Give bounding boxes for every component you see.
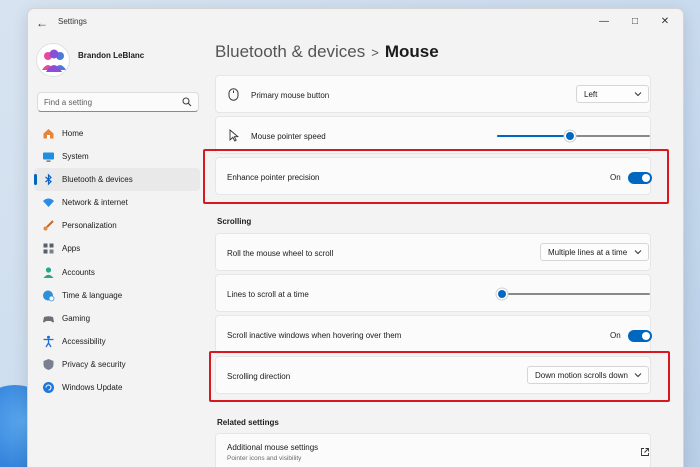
sidebar-item-accounts[interactable]: Accounts xyxy=(34,261,200,284)
scrolling-direction-row: Scrolling direction Down motion scrolls … xyxy=(215,356,651,394)
sidebar-item-personalization[interactable]: Personalization xyxy=(34,214,200,237)
update-icon xyxy=(43,382,54,394)
sidebar-item-label: System xyxy=(62,152,89,162)
toggle-knob xyxy=(642,332,650,340)
sidebar-item-privacy[interactable]: Privacy & security xyxy=(34,353,200,376)
toggle-state-label: On xyxy=(610,331,621,340)
chevron-down-icon xyxy=(634,92,642,97)
roll-wheel-row: Roll the mouse wheel to scroll Multiple … xyxy=(215,233,651,271)
back-arrow-icon[interactable]: ← xyxy=(34,15,50,31)
maximize-button[interactable]: □ xyxy=(625,13,645,31)
sidebar-item-home[interactable]: Home xyxy=(34,122,200,145)
sidebar-item-label: Bluetooth & devices xyxy=(62,175,133,185)
roll-wheel-dropdown[interactable]: Multiple lines at a time xyxy=(540,243,649,261)
shield-icon xyxy=(43,358,54,370)
sidebar-item-label: Gaming xyxy=(62,313,91,323)
scrolling-direction-label: Scrolling direction xyxy=(227,372,291,381)
breadcrumb-separator: > xyxy=(371,45,379,60)
slider-thumb[interactable] xyxy=(498,290,506,298)
slider-track xyxy=(497,293,650,295)
sidebar-item-bluetooth[interactable]: Bluetooth & devices xyxy=(34,168,200,192)
sidebar-item-system[interactable]: System xyxy=(34,145,200,168)
pointer-speed-slider[interactable] xyxy=(497,132,650,145)
mouse-pointer-speed-label: Mouse pointer speed xyxy=(251,132,326,141)
toggle-knob xyxy=(642,174,650,182)
additional-mouse-settings-sublabel: Pointer icons and visibility xyxy=(227,455,302,462)
enhance-pointer-precision-label: Enhance pointer precision xyxy=(227,173,320,182)
sidebar-item-label: Personalization xyxy=(62,221,117,231)
breadcrumb: Bluetooth & devices > Mouse xyxy=(215,42,439,62)
sidebar-item-label: Accounts xyxy=(62,267,95,277)
accessibility-icon xyxy=(43,335,54,348)
sidebar-item-time-language[interactable]: Time & language xyxy=(34,284,200,307)
related-settings-title: Related settings xyxy=(217,418,279,427)
toggle-state-label: On xyxy=(610,173,621,182)
additional-mouse-settings-label: Additional mouse settings xyxy=(227,443,319,452)
sidebar-item-network[interactable]: Network & internet xyxy=(34,191,200,214)
apps-icon xyxy=(43,243,54,254)
account-icon xyxy=(43,266,54,278)
sidebar-item-gaming[interactable]: Gaming xyxy=(34,307,200,330)
page-title: Mouse xyxy=(384,42,439,61)
sidebar-item-apps[interactable]: Apps xyxy=(34,237,200,260)
globe-clock-icon xyxy=(43,290,55,302)
brush-icon xyxy=(43,220,54,231)
scroll-inactive-windows-toggle[interactable] xyxy=(628,330,652,342)
chevron-down-icon xyxy=(634,373,642,378)
dropdown-value: Down motion scrolls down xyxy=(535,371,628,380)
user-name: Brandon LeBlanc xyxy=(78,51,145,60)
system-icon xyxy=(43,152,54,162)
search-placeholder: Find a setting xyxy=(44,98,93,107)
search-input[interactable]: Find a setting xyxy=(37,92,199,112)
sidebar-item-label: Accessibility xyxy=(62,336,106,346)
external-link-icon xyxy=(641,448,649,456)
roll-wheel-label: Roll the mouse wheel to scroll xyxy=(227,249,334,258)
enhance-pointer-precision-row: Enhance pointer precision On xyxy=(215,157,652,195)
mouse-pointer-speed-row: Mouse pointer speed xyxy=(215,116,651,154)
wifi-icon xyxy=(43,198,54,208)
settings-window: ← Settings — □ ✕ Brandon LeBlanc Find a … xyxy=(27,8,684,467)
lines-to-scroll-label: Lines to scroll at a time xyxy=(227,290,309,299)
scroll-inactive-windows-label: Scroll inactive windows when hovering ov… xyxy=(227,331,402,340)
avatar[interactable] xyxy=(36,43,70,77)
dropdown-value: Left xyxy=(584,90,598,99)
title-bar: ← Settings — □ ✕ xyxy=(28,9,683,37)
sidebar-item-windows-update[interactable]: Windows Update xyxy=(34,376,200,399)
avatar-people-icon xyxy=(42,49,66,72)
scrolling-direction-dropdown[interactable]: Down motion scrolls down xyxy=(527,366,649,384)
pointer-icon xyxy=(229,129,239,142)
sidebar-item-label: Network & internet xyxy=(62,198,128,208)
primary-mouse-button-row: Primary mouse button Left xyxy=(215,75,651,113)
slider-fill xyxy=(497,135,570,137)
gamepad-icon xyxy=(43,316,54,323)
minimize-button[interactable]: — xyxy=(594,13,614,31)
sidebar-item-label: Privacy & security xyxy=(62,359,126,369)
scroll-inactive-windows-row: Scroll inactive windows when hovering ov… xyxy=(215,315,652,353)
slider-thumb[interactable] xyxy=(566,132,574,140)
sidebar-nav: Home System Bluetooth & devices Network … xyxy=(34,122,200,399)
sidebar-item-label: Home xyxy=(62,129,84,138)
primary-mouse-button-label: Primary mouse button xyxy=(251,91,330,100)
search-icon[interactable] xyxy=(181,96,193,108)
sidebar-item-accessibility[interactable]: Accessibility xyxy=(34,330,200,353)
chevron-down-icon xyxy=(634,250,642,255)
close-button[interactable]: ✕ xyxy=(655,13,675,31)
bluetooth-icon xyxy=(45,173,52,186)
sidebar-item-label: Apps xyxy=(62,244,81,254)
sidebar-item-label: Windows Update xyxy=(62,383,123,393)
enhance-pointer-precision-toggle[interactable] xyxy=(628,172,652,184)
breadcrumb-parent[interactable]: Bluetooth & devices xyxy=(215,42,365,61)
mouse-icon xyxy=(228,88,239,101)
additional-mouse-settings-row[interactable]: Additional mouse settings Pointer icons … xyxy=(215,433,651,467)
lines-to-scroll-slider[interactable] xyxy=(497,290,650,303)
home-icon xyxy=(43,129,54,139)
dropdown-value: Multiple lines at a time xyxy=(548,248,628,257)
sidebar-item-label: Time & language xyxy=(62,290,123,300)
app-title: Settings xyxy=(58,17,87,26)
lines-to-scroll-row: Lines to scroll at a time xyxy=(215,274,651,312)
scrolling-section-title: Scrolling xyxy=(217,217,252,226)
primary-mouse-button-dropdown[interactable]: Left xyxy=(576,85,649,103)
